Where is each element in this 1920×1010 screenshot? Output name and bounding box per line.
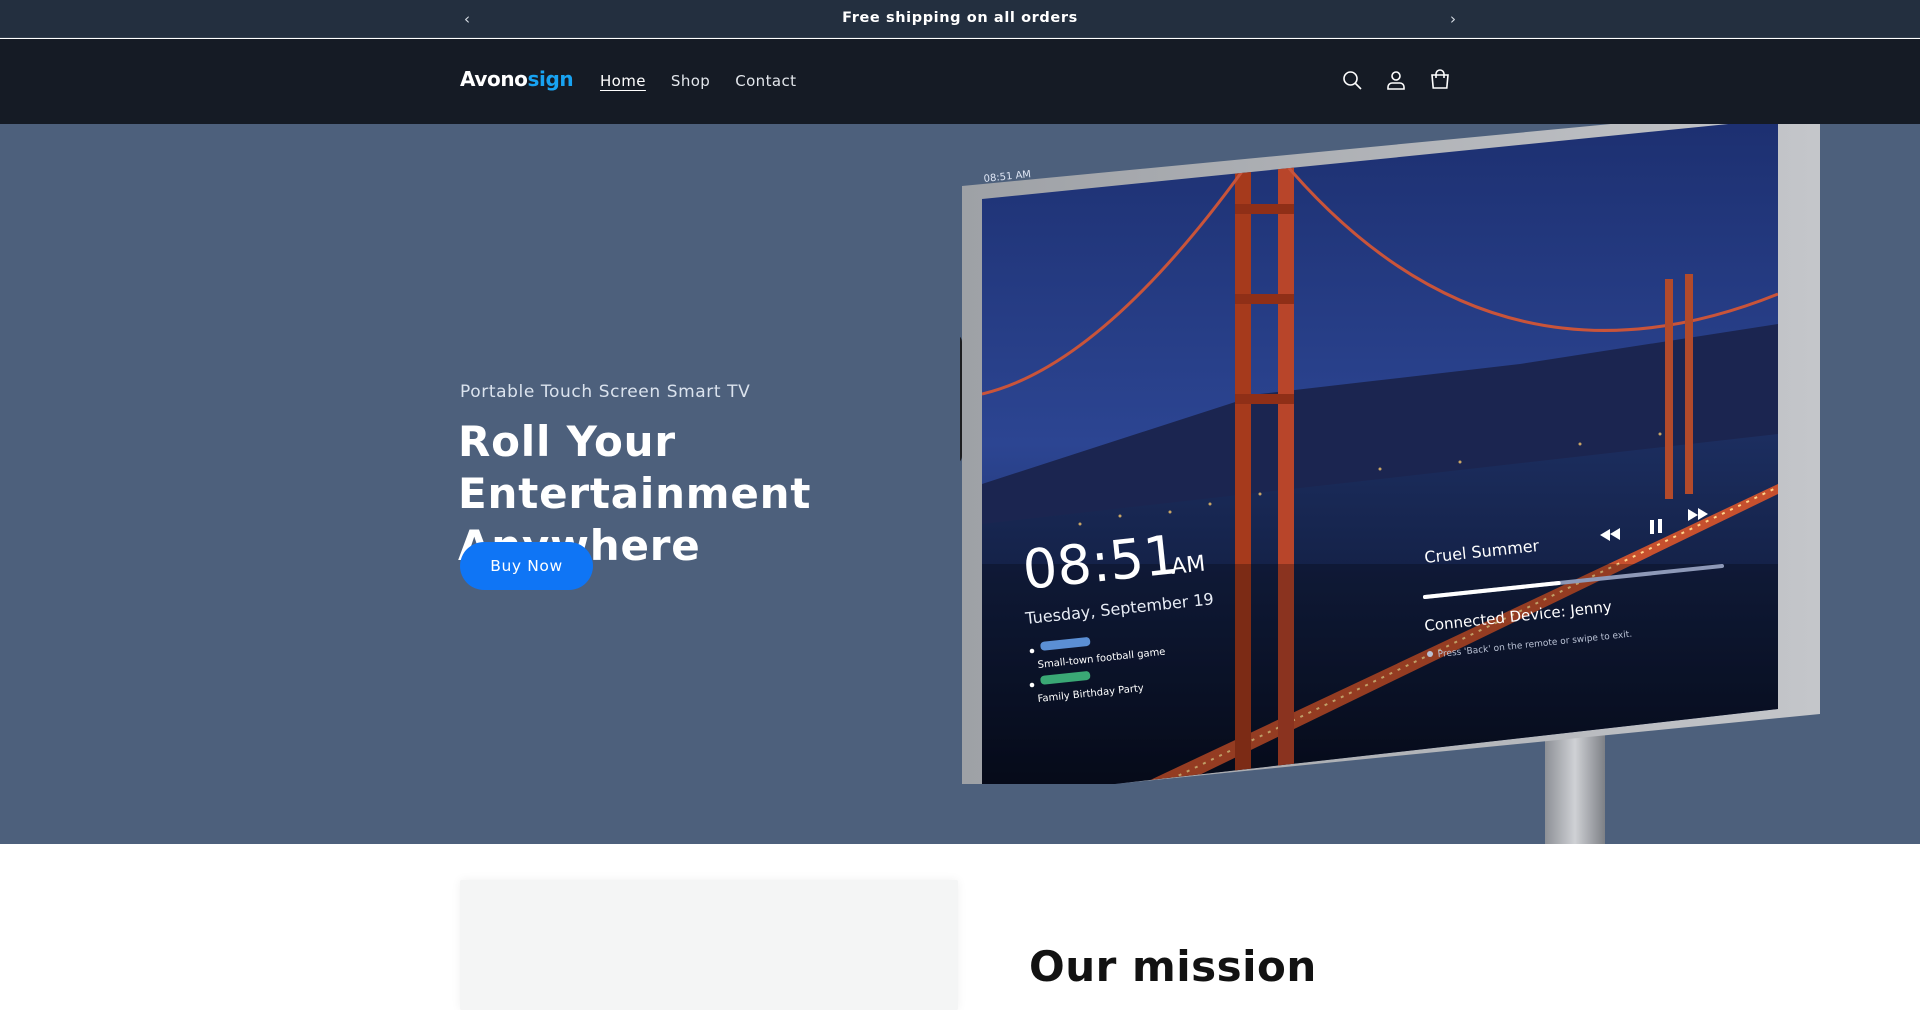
announcement-text: Free shipping on all orders <box>842 10 1078 26</box>
chevron-right-icon[interactable]: › <box>1443 9 1463 29</box>
header-icons <box>1340 68 1452 92</box>
hero-subtitle: Portable Touch Screen Smart TV <box>460 382 751 402</box>
nav-shop[interactable]: Shop <box>671 72 710 90</box>
site-header: Avonosign Home Shop Contact <box>0 39 1920 124</box>
search-icon[interactable] <box>1340 68 1364 92</box>
account-icon[interactable] <box>1384 68 1408 92</box>
clock-ampm: AM <box>1170 552 1206 580</box>
tv-product-image: 08:51 AM 08:51 AM Tuesday, September 19 … <box>960 124 1822 844</box>
mission-title: Our mission <box>1029 942 1317 991</box>
tv-screen-illustration: 08:51 AM 08:51 AM Tuesday, September 19 … <box>960 124 1820 784</box>
main-nav: Home Shop Contact <box>600 72 796 90</box>
image-placeholder <box>460 880 958 1010</box>
nav-home[interactable]: Home <box>600 72 646 90</box>
announcement-bar: ‹ Free shipping on all orders › <box>0 0 1920 38</box>
pause-icon <box>1650 520 1654 534</box>
hero-banner: Portable Touch Screen Smart TV Roll Your… <box>0 124 1920 844</box>
nav-contact[interactable]: Contact <box>735 72 796 90</box>
mission-section: Our mission <box>0 844 1920 1010</box>
logo[interactable]: Avonosign <box>460 67 574 91</box>
buy-now-button[interactable]: Buy Now <box>460 542 593 590</box>
cart-icon[interactable] <box>1428 68 1452 92</box>
